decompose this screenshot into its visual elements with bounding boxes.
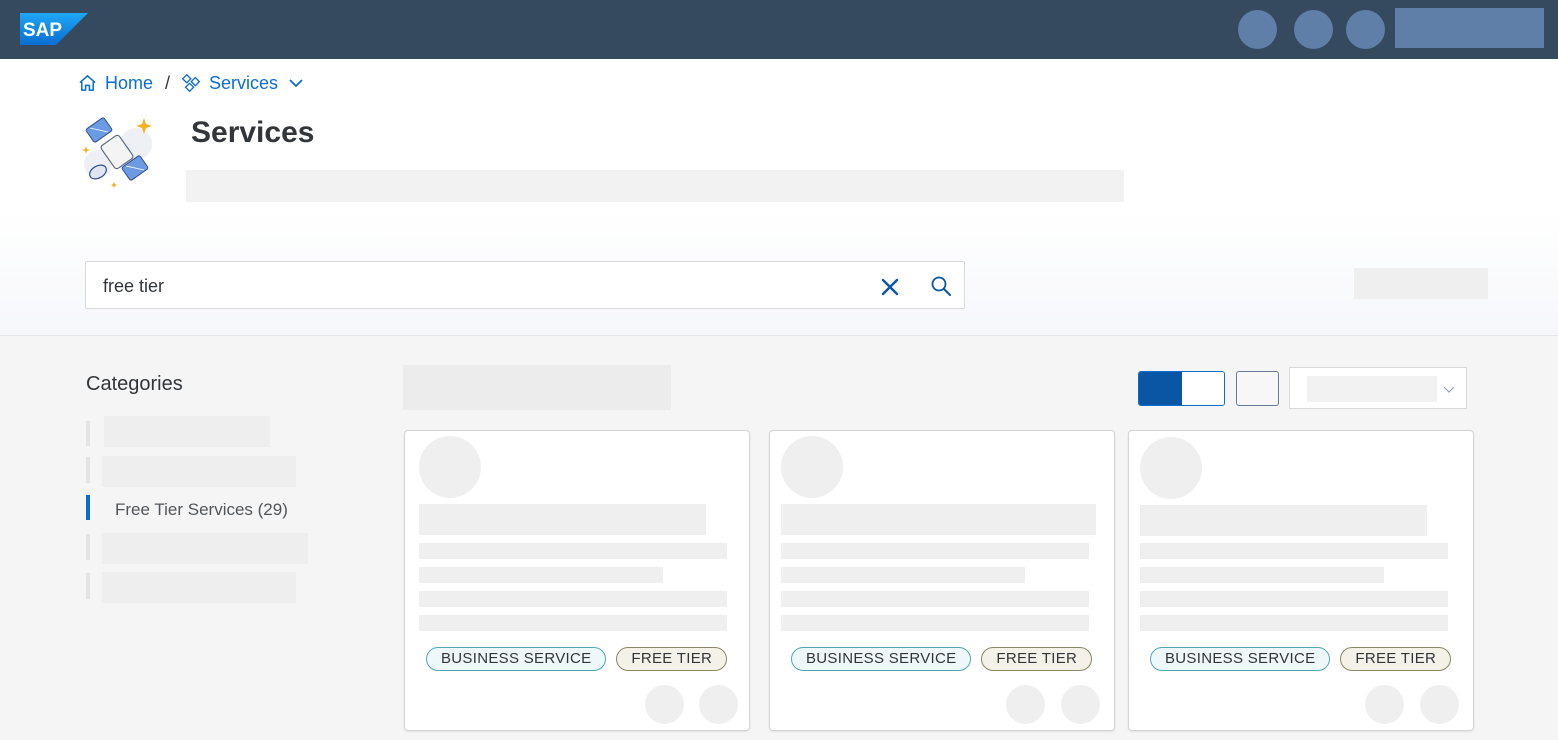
free-tier-tag: FREE TIER bbox=[981, 647, 1093, 671]
service-avatar bbox=[1140, 437, 1202, 499]
category-indicator bbox=[86, 534, 90, 560]
card-line-placeholder bbox=[781, 543, 1089, 559]
breadcrumb-separator: / bbox=[165, 72, 171, 93]
breadcrumb: Home / Services bbox=[78, 72, 304, 94]
search-input[interactable] bbox=[103, 274, 863, 298]
business-service-tag: BUSINESS SERVICE bbox=[791, 647, 972, 671]
category-indicator bbox=[86, 421, 90, 446]
chevron-down-icon bbox=[1443, 386, 1455, 393]
home-icon bbox=[79, 74, 96, 91]
sort-select[interactable] bbox=[1289, 367, 1467, 409]
card-line-placeholder bbox=[419, 567, 663, 583]
card-action-button[interactable] bbox=[645, 685, 684, 724]
categories-title: Categories bbox=[86, 373, 183, 395]
card-action-button[interactable] bbox=[1420, 685, 1459, 724]
free-tier-tag: FREE TIER bbox=[1340, 647, 1452, 671]
category-active-indicator bbox=[86, 495, 90, 520]
card-tags: BUSINESS SERVICE FREE TIER bbox=[1150, 647, 1452, 671]
card-action-button[interactable] bbox=[1006, 685, 1045, 724]
shell-action-2[interactable] bbox=[1294, 10, 1333, 49]
category-indicator bbox=[86, 457, 90, 483]
search-field[interactable] bbox=[85, 261, 965, 309]
card-line-placeholder bbox=[419, 543, 727, 559]
card-line-placeholder bbox=[781, 615, 1089, 631]
service-card[interactable]: BUSINESS SERVICE FREE TIER bbox=[769, 430, 1115, 731]
close-icon[interactable] bbox=[879, 276, 901, 298]
service-avatar bbox=[781, 436, 843, 498]
filter-button[interactable] bbox=[1236, 371, 1279, 406]
card-action-button[interactable] bbox=[1365, 685, 1404, 724]
services-icon bbox=[182, 73, 201, 92]
card-action-button[interactable] bbox=[699, 685, 738, 724]
breadcrumb-services-label: Services bbox=[209, 72, 279, 93]
category-item-placeholder[interactable] bbox=[102, 572, 296, 603]
card-title-placeholder bbox=[419, 504, 706, 535]
svg-text:SAP: SAP bbox=[23, 20, 62, 41]
card-tags: BUSINESS SERVICE FREE TIER bbox=[426, 647, 728, 671]
card-line-placeholder bbox=[781, 591, 1089, 607]
shell-bar: SAP bbox=[0, 0, 1558, 59]
card-line-placeholder bbox=[419, 615, 727, 631]
card-line-placeholder bbox=[1140, 567, 1384, 583]
shell-action-3[interactable] bbox=[1346, 10, 1385, 49]
service-card[interactable]: BUSINESS SERVICE FREE TIER bbox=[404, 430, 750, 731]
list-view-button[interactable] bbox=[1182, 372, 1224, 405]
free-tier-tag: FREE TIER bbox=[616, 647, 728, 671]
sort-select-value-placeholder bbox=[1307, 376, 1437, 402]
sap-logo[interactable]: SAP bbox=[20, 13, 88, 45]
header-action-placeholder[interactable] bbox=[1354, 268, 1488, 299]
business-service-tag: BUSINESS SERVICE bbox=[426, 647, 607, 671]
breadcrumb-home-label: Home bbox=[105, 72, 154, 93]
shell-action-1[interactable] bbox=[1238, 10, 1277, 49]
card-tags: BUSINESS SERVICE FREE TIER bbox=[791, 647, 1093, 671]
description-placeholder bbox=[186, 170, 1124, 202]
card-title-placeholder bbox=[781, 504, 1096, 535]
category-item-placeholder[interactable] bbox=[102, 456, 296, 487]
business-service-tag: BUSINESS SERVICE bbox=[1150, 647, 1331, 671]
category-item-free-tier[interactable]: Free Tier Services (29) bbox=[115, 500, 288, 520]
view-toggle[interactable] bbox=[1138, 371, 1225, 406]
page-title: Services bbox=[191, 116, 315, 149]
card-line-placeholder bbox=[1140, 591, 1448, 607]
category-item-placeholder[interactable] bbox=[102, 533, 308, 564]
category-item-placeholder[interactable] bbox=[104, 416, 270, 447]
service-avatar bbox=[419, 436, 481, 498]
card-line-placeholder bbox=[419, 591, 727, 607]
grid-view-button[interactable] bbox=[1139, 372, 1182, 405]
satellite-icon bbox=[82, 117, 152, 188]
chevron-down-icon[interactable] bbox=[288, 75, 304, 91]
search-icon[interactable] bbox=[930, 275, 952, 297]
card-action-button[interactable] bbox=[1061, 685, 1100, 724]
shell-profile-placeholder[interactable] bbox=[1395, 8, 1544, 48]
service-card[interactable]: BUSINESS SERVICE FREE TIER bbox=[1128, 430, 1474, 731]
category-indicator bbox=[86, 573, 90, 599]
card-line-placeholder bbox=[1140, 615, 1448, 631]
card-line-placeholder bbox=[1140, 543, 1448, 559]
results-count-placeholder bbox=[403, 365, 671, 410]
breadcrumb-services-link[interactable]: Services bbox=[182, 73, 304, 94]
card-line-placeholder bbox=[781, 567, 1025, 583]
breadcrumb-home-link[interactable]: Home bbox=[78, 73, 153, 94]
card-title-placeholder bbox=[1140, 505, 1427, 536]
